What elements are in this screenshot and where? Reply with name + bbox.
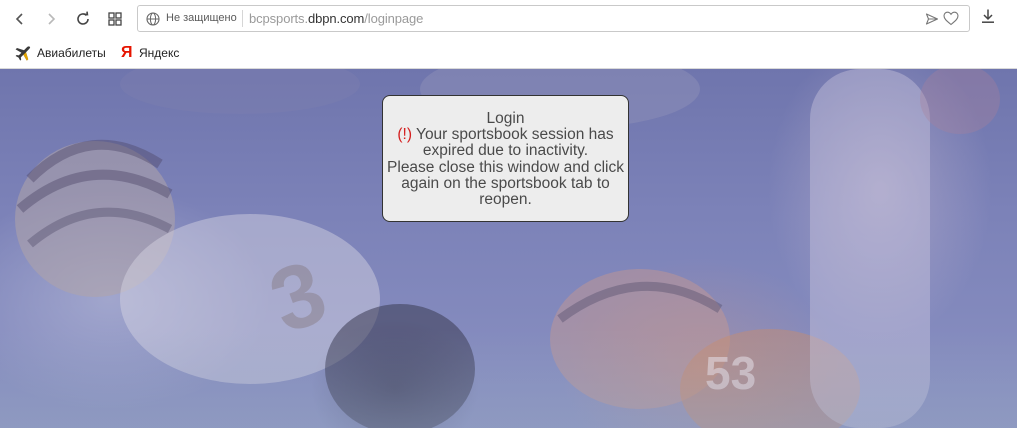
forward-button[interactable] (38, 6, 64, 32)
download-icon[interactable] (980, 8, 996, 24)
url-domain: dbpn.com (307, 11, 365, 26)
dialog-title: Login (486, 110, 525, 127)
chevron-left-icon (15, 13, 23, 25)
url-prefix: bcpsports. (249, 11, 308, 26)
reload-button[interactable] (70, 6, 96, 32)
airplane-icon (14, 45, 31, 62)
field-overlay (0, 329, 1017, 428)
send-icon[interactable] (925, 12, 939, 26)
login-page: 3 53 Login (!) Your sportsbook session h… (0, 69, 1017, 428)
reopen-instructions: Please close this window and click again… (387, 158, 624, 209)
login-dialog: Login (!) Your sportsbook session has ex… (382, 95, 629, 222)
globe-icon (146, 12, 160, 26)
warning-mark: (!) (397, 126, 412, 144)
bookmark-label: Авиабилеты (37, 46, 106, 60)
url-path: /loginpage (364, 11, 424, 26)
security-status-label[interactable]: Не защищено (166, 12, 237, 24)
heart-icon[interactable] (943, 11, 959, 26)
bookmark-yandex[interactable]: Я Яндекс (121, 44, 179, 62)
session-expired-message: Your sportsbook session has expired due … (412, 126, 614, 160)
chevron-right-icon (48, 13, 56, 25)
grid-icon (108, 12, 122, 26)
url-text[interactable]: bcpsports.dbpn.com/loginpage (249, 11, 423, 26)
tabs-grid-button[interactable] (102, 6, 128, 32)
bookmarks-bar: Авиабилеты Я Яндекс (0, 38, 1017, 69)
bookmark-label: Яндекс (139, 46, 180, 60)
yandex-icon: Я (121, 44, 133, 61)
address-divider (242, 10, 243, 27)
browser-toolbar: Не защищено bcpsports.dbpn.com/loginpage (0, 0, 1017, 38)
address-bar[interactable]: Не защищено bcpsports.dbpn.com/loginpage (137, 5, 970, 32)
reload-icon (77, 11, 89, 25)
back-button[interactable] (7, 6, 33, 32)
bookmark-aviabilety[interactable]: Авиабилеты (14, 44, 106, 62)
